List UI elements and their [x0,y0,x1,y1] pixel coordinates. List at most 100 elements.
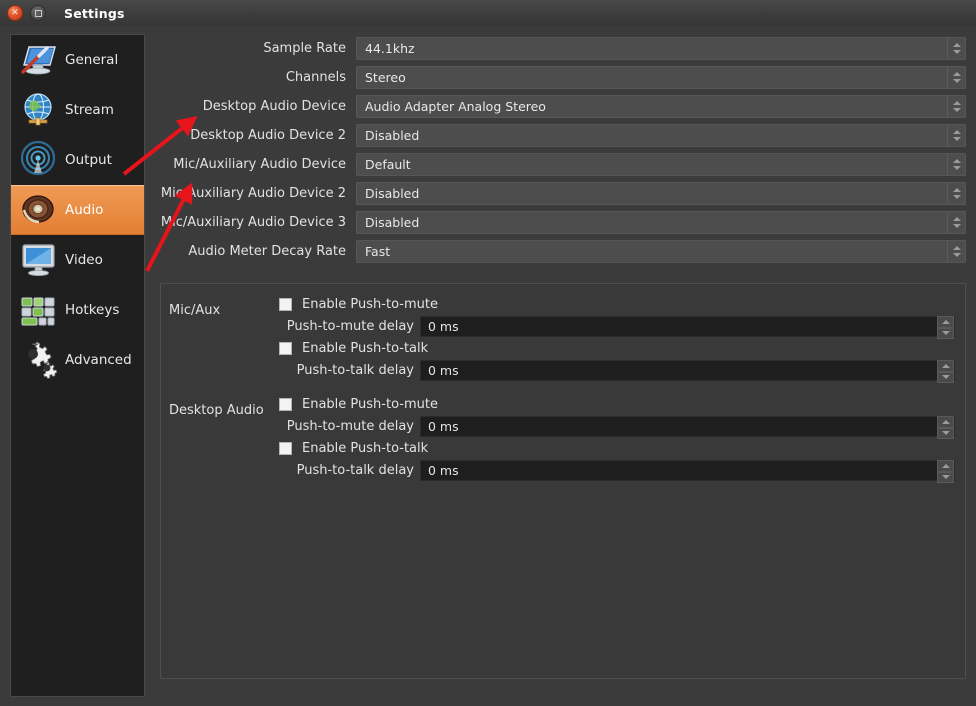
combobox-value: 44.1khz [365,41,415,56]
mic-aux-push-to-mute-checkbox[interactable] [279,298,292,311]
chevron-updown-icon[interactable] [947,212,965,233]
combobox-value: Disabled [365,186,420,201]
row-mic-aux-audio-device-2: Mic/Auxiliary Audio Device 2 Disabled [160,179,966,208]
mic-aux-push-to-talk-delay-row: Push-to-talk delay 0 ms [161,359,965,383]
sidebar-item-label: General [65,52,119,68]
row-mic-aux-audio-device-3: Mic/Auxiliary Audio Device 3 Disabled [160,208,966,237]
sidebar-item-label: Stream [65,102,114,118]
chevron-updown-icon[interactable] [947,183,965,204]
sidebar-item-stream[interactable]: Stream [11,85,144,135]
mic-aux-group-title: Mic/Aux [169,303,221,318]
row-channels: Channels Stereo [160,63,966,92]
checkbox-label: Enable Push-to-mute [302,297,438,312]
combobox-value: Disabled [365,215,420,230]
row-desktop-audio-device-2: Desktop Audio Device 2 Disabled [160,121,966,150]
field-label: Mic/Auxiliary Audio Device 2 [160,186,346,201]
mic-aux-push-to-talk-checkbox[interactable] [279,342,292,355]
spinbox-label: Push-to-talk delay [296,363,414,378]
checkbox-label: Enable Push-to-talk [302,441,429,456]
desktop-audio-push-to-talk-delay-spinbox[interactable]: 0 ms [420,460,955,483]
mic-aux-push-to-mute-delay-row: Push-to-mute delay 0 ms [161,315,965,339]
chevron-updown-icon[interactable] [947,154,965,175]
mic-aux-audio-device-3-combobox[interactable]: Disabled [356,211,966,234]
spinbox-label: Push-to-talk delay [296,463,414,478]
combobox-value: Default [365,157,411,172]
title-bar: ✕ Settings [0,0,976,26]
video-icon [17,238,61,282]
desktop-audio-push-to-mute-delay-row: Push-to-mute delay 0 ms [161,415,965,439]
row-audio-meter-decay-rate: Audio Meter Decay Rate Fast [160,237,966,266]
output-icon [17,138,61,182]
chevron-updown-icon[interactable] [947,125,965,146]
settings-sidebar: General Stream Output Audio Video Hotkey… [10,34,145,697]
desktop-audio-push-to-mute-delay-spinbox[interactable]: 0 ms [420,416,955,439]
desktop-audio-push-to-mute-row[interactable]: Enable Push-to-mute [279,394,965,415]
combobox-value: Fast [365,244,391,259]
spinbox-value: 0 ms [428,419,459,434]
chevron-updown-icon[interactable] [947,96,965,117]
spinner-updown-icon[interactable] [937,316,954,339]
chevron-updown-icon[interactable] [947,38,965,59]
stream-icon [17,88,61,132]
field-label: Mic/Auxiliary Audio Device [173,157,346,172]
mic-aux-audio-device-combobox[interactable]: Default [356,153,966,176]
desktop-audio-group-title: Desktop Audio [169,403,264,418]
row-desktop-audio-device: Desktop Audio Device Audio Adapter Analo… [160,92,966,121]
desktop-audio-push-to-mute-checkbox[interactable] [279,398,292,411]
field-label: Audio Meter Decay Rate [188,244,346,259]
spinner-updown-icon[interactable] [937,416,954,439]
desktop-audio-push-to-talk-delay-row: Push-to-talk delay 0 ms [161,459,965,483]
sidebar-item-hotkeys[interactable]: Hotkeys [11,285,144,335]
general-icon [17,38,61,82]
spinner-updown-icon[interactable] [937,360,954,383]
sidebar-item-label: Output [65,152,112,168]
field-label: Sample Rate [263,41,346,56]
hotkeys-icon [17,288,61,332]
field-label: Mic/Auxiliary Audio Device 3 [160,215,346,230]
sidebar-item-label: Video [65,252,103,268]
spinner-updown-icon[interactable] [937,460,954,483]
field-label: Desktop Audio Device 2 [190,128,346,143]
spinbox-value: 0 ms [428,319,459,334]
sidebar-item-label: Audio [65,202,104,218]
audio-settings-panel: Sample Rate 44.1khz Channels Stereo Desk… [160,34,966,697]
mic-aux-push-to-talk-delay-spinbox[interactable]: 0 ms [420,360,955,383]
audio-meter-decay-rate-combobox[interactable]: Fast [356,240,966,263]
audio-icon [17,188,61,232]
mic-aux-audio-device-2-combobox[interactable]: Disabled [356,182,966,205]
spinbox-label: Push-to-mute delay [286,419,414,434]
field-label: Desktop Audio Device [202,99,346,114]
sidebar-item-advanced[interactable]: Advanced [11,335,144,385]
desktop-audio-section: Desktop Audio Enable Push-to-mute Push-t… [161,394,965,483]
sample-rate-combobox[interactable]: 44.1khz [356,37,966,60]
sidebar-item-label: Advanced [65,352,132,368]
close-icon[interactable]: ✕ [7,5,23,21]
checkbox-label: Enable Push-to-mute [302,397,438,412]
spinbox-value: 0 ms [428,363,459,378]
sidebar-item-label: Hotkeys [65,302,120,318]
maximize-icon[interactable] [30,5,46,21]
combobox-value: Audio Adapter Analog Stereo [365,99,546,114]
sidebar-item-video[interactable]: Video [11,235,144,285]
desktop-audio-device-combobox[interactable]: Audio Adapter Analog Stereo [356,95,966,118]
desktop-audio-push-to-talk-row[interactable]: Enable Push-to-talk [279,438,965,459]
combobox-value: Disabled [365,128,420,143]
chevron-updown-icon[interactable] [947,67,965,88]
desktop-audio-push-to-talk-checkbox[interactable] [279,442,292,455]
chevron-updown-icon[interactable] [947,241,965,262]
combobox-value: Stereo [365,70,406,85]
row-mic-aux-audio-device: Mic/Auxiliary Audio Device Default [160,150,966,179]
checkbox-label: Enable Push-to-talk [302,341,429,356]
spinbox-label: Push-to-mute delay [286,319,414,334]
mic-aux-section: Mic/Aux Enable Push-to-mute Push-to-mute… [161,294,965,383]
mic-aux-push-to-mute-delay-spinbox[interactable]: 0 ms [420,316,955,339]
sidebar-item-audio[interactable]: Audio [11,185,144,235]
sidebar-item-general[interactable]: General [11,35,144,85]
mic-aux-push-to-talk-row[interactable]: Enable Push-to-talk [279,338,965,359]
sidebar-item-output[interactable]: Output [11,135,144,185]
desktop-audio-device-2-combobox[interactable]: Disabled [356,124,966,147]
spinbox-value: 0 ms [428,463,459,478]
channels-combobox[interactable]: Stereo [356,66,966,89]
mic-aux-push-to-mute-row[interactable]: Enable Push-to-mute [279,294,965,315]
row-sample-rate: Sample Rate 44.1khz [160,34,966,63]
